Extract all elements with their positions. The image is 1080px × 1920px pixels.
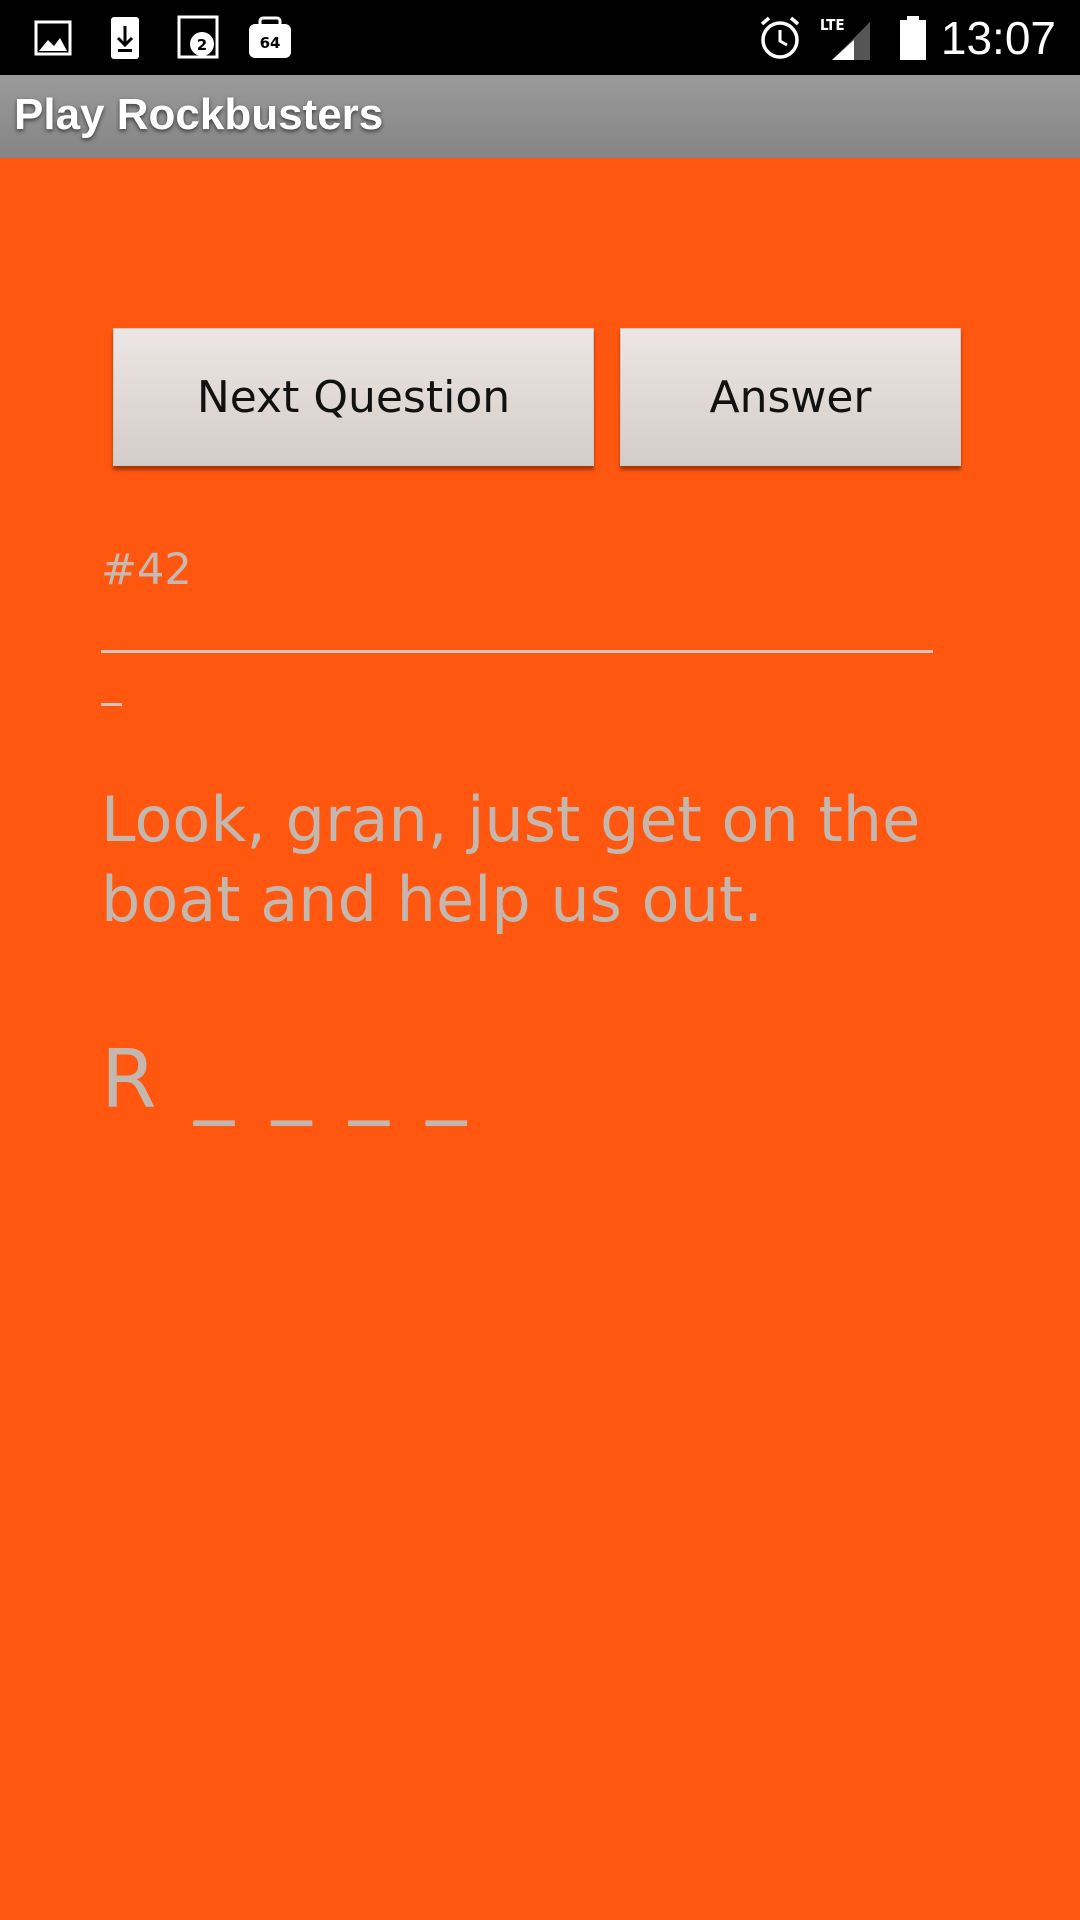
answer-hint: R _ _ _ _ xyxy=(101,1033,473,1126)
svg-text:LTE: LTE xyxy=(820,16,845,34)
svg-text:2: 2 xyxy=(197,36,207,54)
answer-button[interactable]: Answer xyxy=(620,328,961,466)
next-question-button[interactable]: Next Question xyxy=(113,328,594,466)
app-title: Play Rockbusters xyxy=(14,90,384,139)
answer-label: Answer xyxy=(709,371,872,423)
next-question-label: Next Question xyxy=(196,371,511,423)
badge-64-icon: 64 xyxy=(249,16,291,58)
alarm-icon xyxy=(760,16,800,59)
status-bar: 2 64 LTE 13:07 xyxy=(0,0,1080,75)
notification-2-icon: 2 xyxy=(177,15,219,59)
question-text: Look, gran, just get on the boat and hel… xyxy=(101,783,921,936)
image-icon xyxy=(34,20,72,56)
lte-signal-icon: LTE xyxy=(820,16,870,60)
divider-dash xyxy=(101,703,122,706)
svg-text:64: 64 xyxy=(260,34,281,52)
download-icon xyxy=(111,17,139,59)
action-bar: Play Rockbusters xyxy=(0,75,1080,158)
divider xyxy=(101,650,933,653)
question-number: #42 xyxy=(101,545,192,595)
status-time: 13:07 xyxy=(940,12,1056,64)
battery-icon xyxy=(900,16,926,60)
